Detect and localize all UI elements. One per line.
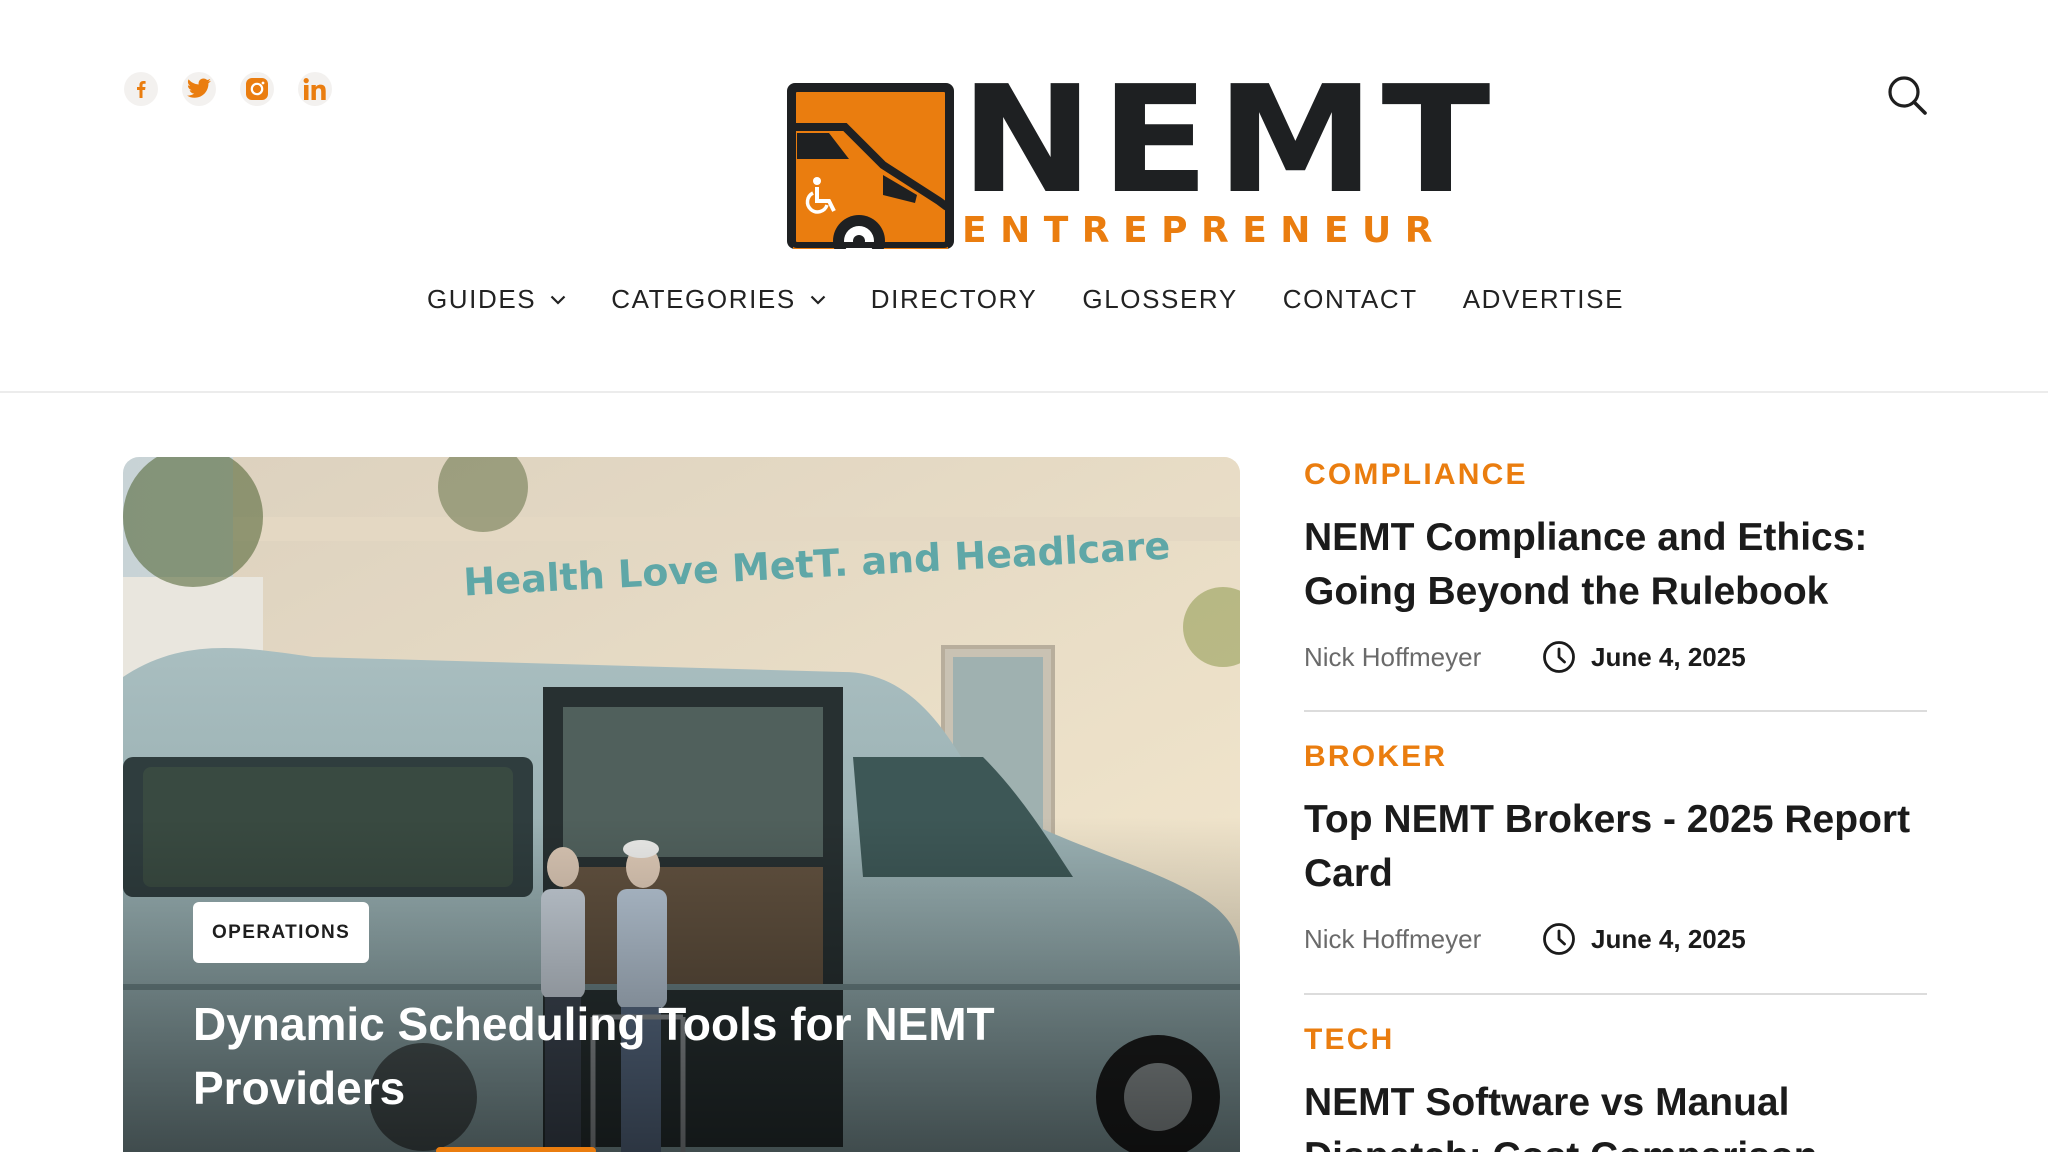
twitter-icon[interactable] [182, 72, 216, 106]
nav-item-advertise[interactable]: ADVERTISE [1463, 284, 1624, 315]
nav-item-label: CONTACT [1282, 284, 1418, 314]
post-category-link[interactable]: BROKER [1304, 739, 1927, 775]
site-logo[interactable]: NEMT ENTREPRENEUR [787, 66, 1490, 250]
site-header: NEMT ENTREPRENEUR GUIDES CATEGORIES DIRE… [0, 0, 2048, 393]
chevron-down-icon [550, 295, 566, 305]
post-meta: Nick Hoffmeyer June 4, 2025 [1304, 919, 1927, 959]
instagram-icon[interactable] [240, 72, 274, 106]
accent-bar [436, 1147, 596, 1152]
featured-post-title[interactable]: Dynamic Scheduling Tools for NEMT Provid… [193, 992, 1093, 1120]
post-date: June 4, 2025 [1591, 641, 1746, 672]
nav-item-glossery[interactable]: GLOSSERY [1082, 284, 1237, 315]
social-links [124, 72, 332, 106]
linkedin-icon[interactable] [298, 72, 332, 106]
nav-item-categories[interactable]: CATEGORIES [611, 284, 826, 315]
nav-item-label: GLOSSERY [1082, 284, 1238, 314]
nav-item-label: ADVERTISE [1462, 284, 1625, 314]
post-category-link[interactable]: COMPLIANCE [1304, 457, 1927, 493]
nav-item-label: GUIDES [426, 284, 537, 314]
post-title-link[interactable]: NEMT Software vs Manual Dispatch: Cost C… [1304, 1076, 1927, 1152]
nav-item-label: CATEGORIES [611, 284, 796, 314]
list-item: BROKER Top NEMT Brokers - 2025 Report Ca… [1304, 712, 1927, 995]
facebook-icon[interactable] [124, 72, 158, 106]
logo-wordmark: NEMT [960, 54, 1497, 226]
list-item: TECH NEMT Software vs Manual Dispatch: C… [1304, 995, 1927, 1152]
main-navigation: GUIDES CATEGORIES DIRECTORY GLOSSERY CON… [0, 284, 2048, 315]
post-list: COMPLIANCE NEMT Compliance and Ethics: G… [1304, 457, 1927, 1152]
post-title-link[interactable]: Top NEMT Brokers - 2025 Report Card [1304, 793, 1927, 901]
nav-item-guides[interactable]: GUIDES [427, 284, 566, 315]
nav-item-contact[interactable]: CONTACT [1283, 284, 1418, 315]
post-author[interactable]: Nick Hoffmeyer [1304, 642, 1542, 673]
nav-item-directory[interactable]: DIRECTORY [871, 284, 1038, 315]
chevron-down-icon [810, 295, 826, 305]
post-date: June 4, 2025 [1591, 923, 1746, 954]
logo-tagline: ENTREPRENEUR [962, 210, 1446, 251]
post-meta: Nick Hoffmeyer June 4, 2025 [1304, 637, 1927, 677]
post-title-link[interactable]: NEMT Compliance and Ethics: Going Beyond… [1304, 511, 1927, 619]
search-icon[interactable] [1886, 74, 1928, 116]
clock-icon [1543, 923, 1575, 955]
post-category-link[interactable]: TECH [1304, 1022, 1927, 1058]
post-author[interactable]: Nick Hoffmeyer [1304, 924, 1542, 955]
van-logo-icon [787, 83, 954, 249]
nav-item-label: DIRECTORY [870, 284, 1038, 314]
clock-icon [1543, 641, 1575, 673]
category-badge[interactable]: OPERATIONS [193, 902, 370, 963]
list-item: COMPLIANCE NEMT Compliance and Ethics: G… [1304, 457, 1927, 712]
featured-post-card[interactable]: Health Love MetT. and Headlcare OPERATIO… [123, 457, 1240, 1152]
